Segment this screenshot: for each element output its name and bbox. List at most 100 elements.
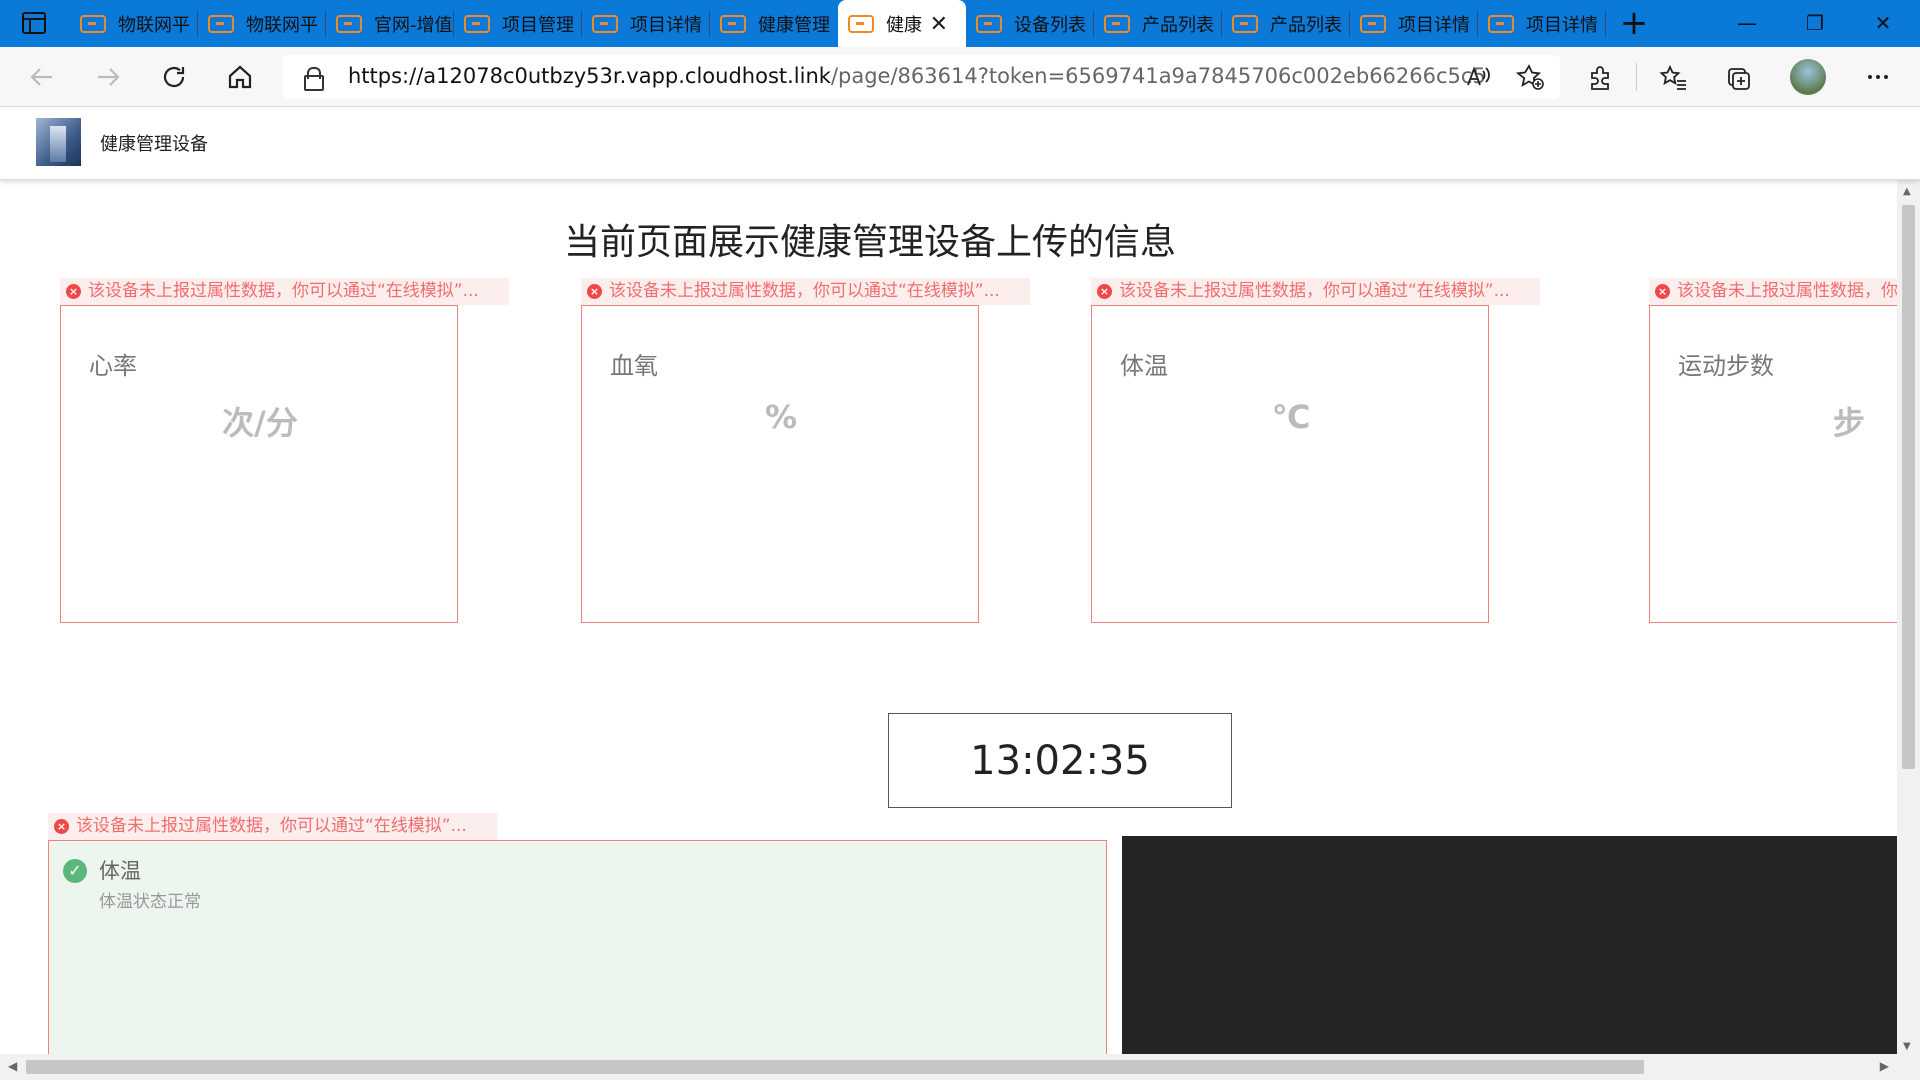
lock-icon[interactable] (304, 67, 324, 91)
add-favorite-icon[interactable] (1512, 59, 1548, 95)
error-icon: × (66, 284, 81, 299)
app-logo (36, 118, 81, 166)
app-header: 健康管理设备 (0, 108, 1920, 180)
tab-label: 项目详情 (1526, 14, 1598, 36)
browser-tab[interactable]: 项目详情 (582, 0, 710, 47)
warning-message: × 该设备未上报过属性数据，你可以通过“在线模拟”... (1091, 278, 1540, 305)
check-circle-icon: ✓ (63, 859, 87, 883)
app-name: 健康管理设备 (100, 134, 208, 155)
browser-tab[interactable]: 健康管理 (710, 0, 838, 47)
metric-label: 运动步数 (1678, 352, 1774, 380)
metric-label: 血氧 (610, 352, 658, 380)
metric-card-heart-rate: 心率 次/分 (60, 305, 458, 623)
browser-tab[interactable]: 项目管理 (454, 0, 582, 47)
warning-message: × 该设备未上报过属性数据，你可以通过“在线模拟”... (48, 813, 497, 840)
browser-tab-active[interactable]: 健康 ✕ (838, 0, 966, 47)
site-favicon-icon (848, 14, 874, 33)
scroll-left-icon[interactable]: ◀ (8, 1059, 17, 1073)
site-favicon-icon (80, 14, 106, 33)
favorites-icon[interactable] (1655, 59, 1691, 95)
refresh-icon[interactable] (156, 59, 192, 95)
scroll-right-icon[interactable]: ▶ (1880, 1059, 1889, 1073)
metric-card-body-temperature: 体温 ℃ (1091, 305, 1489, 623)
site-favicon-icon (336, 14, 362, 33)
more-icon[interactable] (1860, 59, 1896, 95)
error-icon: × (1097, 284, 1112, 299)
new-tab-button[interactable]: + (1616, 6, 1652, 42)
scroll-down-icon[interactable]: ▼ (1903, 1041, 1911, 1052)
warning-message: × 该设备未上报过属性数据，你可以通过“在线模拟”... (60, 278, 509, 305)
metric-label: 体温 (1120, 352, 1168, 380)
vertical-scroll-thumb[interactable] (1902, 205, 1915, 769)
metric-unit: % (764, 398, 798, 436)
extensions-icon[interactable] (1582, 59, 1618, 95)
minimize-button[interactable]: — (1716, 0, 1778, 47)
horizontal-scroll-thumb[interactable] (26, 1060, 1644, 1074)
browser-tab[interactable]: 设备列表 (966, 0, 1094, 47)
tab-label: 产品列表 (1270, 14, 1342, 36)
metric-card-blood-oxygen: 血氧 % (581, 305, 979, 623)
page-title: 当前页面展示健康管理设备上传的信息 (563, 222, 1176, 263)
browser-toolbar: https://a12078c0utbzy53r.vapp.cloudhost.… (0, 47, 1920, 107)
browser-tab[interactable]: 官网-增值 (326, 0, 454, 47)
site-favicon-icon (1488, 14, 1514, 33)
site-favicon-icon (976, 14, 1002, 33)
scrollbar-corner (1897, 1054, 1920, 1080)
tab-label: 物联网平 (118, 14, 190, 36)
warning-message: × 该设备未上报过属性数据，你可 (1649, 278, 1897, 305)
tab-label: 物联网平 (246, 14, 318, 36)
tab-label: 设备列表 (1014, 14, 1086, 36)
scroll-up-icon[interactable]: ▲ (1903, 186, 1911, 197)
tab-label: 健康管理 (758, 14, 830, 36)
address-bar[interactable]: https://a12078c0utbzy53r.vapp.cloudhost.… (282, 55, 1560, 99)
browser-tab[interactable]: 项目详情 (1478, 0, 1606, 47)
browser-tab[interactable]: 物联网平 (198, 0, 326, 47)
error-icon: × (1655, 284, 1670, 299)
tab-label: 项目详情 (1398, 14, 1470, 36)
forward-icon[interactable] (90, 59, 126, 95)
tab-label: 项目详情 (630, 14, 702, 36)
page-content: 当前页面展示健康管理设备上传的信息 × 该设备未上报过属性数据，你可以通过“在线… (0, 180, 1897, 1054)
restore-button[interactable]: ❐ (1784, 0, 1846, 47)
tab-label: 产品列表 (1142, 14, 1214, 36)
home-icon[interactable] (222, 59, 258, 95)
site-favicon-icon (1104, 14, 1130, 33)
metric-unit: 次/分 (222, 404, 298, 442)
browser-tab[interactable]: 物联网平 (70, 0, 198, 47)
tab-label: 项目管理 (502, 14, 574, 36)
browser-tab[interactable]: 产品列表 (1094, 0, 1222, 47)
back-icon[interactable] (24, 59, 60, 95)
status-description: 体温状态正常 (99, 892, 201, 912)
toolbar-divider (1636, 63, 1637, 91)
browser-tab[interactable]: 产品列表 (1222, 0, 1350, 47)
browser-tab[interactable]: 项目详情 (1350, 0, 1478, 47)
site-favicon-icon (464, 14, 490, 33)
close-tab-icon[interactable]: ✕ (930, 12, 948, 37)
tab-label: 健康 (886, 14, 922, 36)
browser-tab-strip: 物联网平 物联网平 官网-增值 项目管理 项目详情 健康管理 健康 ✕ 设备列表… (0, 0, 1920, 47)
close-window-button[interactable]: ✕ (1852, 0, 1914, 47)
url-text[interactable]: https://a12078c0utbzy53r.vapp.cloudhost.… (348, 64, 1486, 88)
error-icon: × (587, 284, 602, 299)
read-aloud-icon[interactable] (1460, 59, 1496, 95)
error-icon: × (54, 819, 69, 834)
vertical-scrollbar[interactable]: ▲ ▼ (1897, 180, 1920, 1054)
metric-label: 心率 (89, 352, 137, 380)
video-panel (1122, 836, 1897, 1054)
tab-label: 官网-增值 (374, 14, 453, 36)
profile-avatar[interactable] (1790, 59, 1826, 95)
temperature-status-card: ✓ 体温 体温状态正常 (48, 840, 1107, 1054)
site-favicon-icon (208, 14, 234, 33)
site-favicon-icon (592, 14, 618, 33)
collections-icon[interactable] (1721, 59, 1757, 95)
tab-actions-icon[interactable] (22, 12, 46, 34)
status-title: 体温 (99, 859, 141, 883)
metric-unit: ℃ (1271, 398, 1311, 436)
metric-unit: 步 (1832, 404, 1865, 442)
site-favicon-icon (1232, 14, 1258, 33)
clock-display: 13:02:35 (888, 713, 1232, 808)
horizontal-scrollbar[interactable]: ◀ ▶ (0, 1054, 1897, 1080)
metric-card-steps: 运动步数 步 (1649, 305, 1897, 623)
site-favicon-icon (1360, 14, 1386, 33)
site-favicon-icon (720, 14, 746, 33)
